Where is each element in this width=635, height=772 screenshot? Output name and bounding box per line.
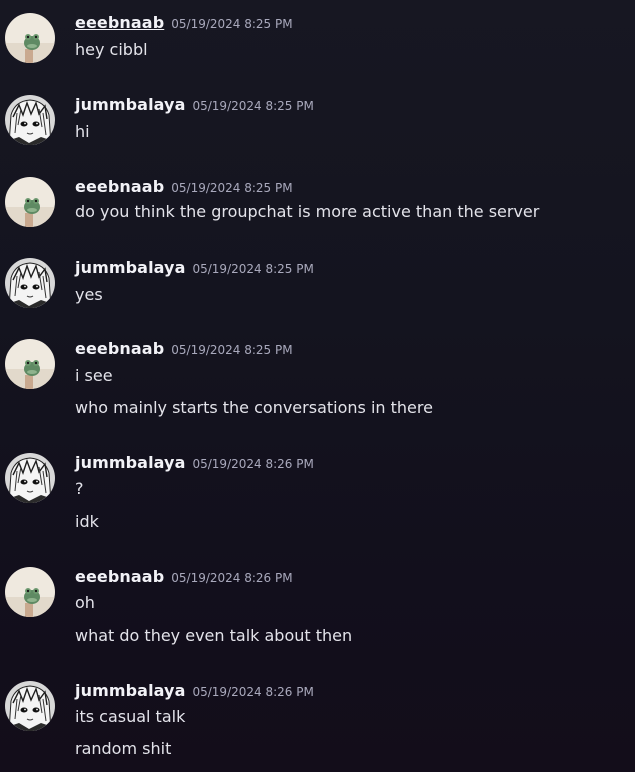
username[interactable]: eeebnaab (75, 567, 164, 586)
username[interactable]: jummbalaya (75, 258, 185, 277)
message-text: idk (75, 512, 99, 531)
username[interactable]: eeebnaab (75, 339, 164, 358)
message-header: eeebnaab 05/19/2024 8:25 PM (75, 339, 293, 360)
manga-avatar-icon[interactable] (5, 681, 55, 731)
username[interactable]: eeebnaab (75, 13, 164, 32)
timestamp: 05/19/2024 8:25 PM (171, 181, 293, 195)
message-header: jummbalaya 05/19/2024 8:25 PM (75, 258, 314, 279)
timestamp: 05/19/2024 8:26 PM (171, 571, 293, 585)
timestamp: 05/19/2024 8:25 PM (192, 262, 314, 276)
frog-avatar-icon[interactable] (5, 177, 55, 227)
message-text: oh (75, 593, 95, 612)
message-text: hey cibbl (75, 40, 148, 59)
timestamp: 05/19/2024 8:25 PM (171, 17, 293, 31)
username[interactable]: jummbalaya (75, 95, 185, 114)
message-header: jummbalaya 05/19/2024 8:26 PM (75, 453, 314, 474)
message-text: who mainly starts the conversations in t… (75, 398, 433, 417)
message-text: do you think the groupchat is more activ… (75, 202, 540, 221)
timestamp: 05/19/2024 8:26 PM (192, 457, 314, 471)
manga-avatar-icon[interactable] (5, 453, 55, 503)
message-text: what do they even talk about then (75, 626, 353, 645)
message-header: jummbalaya 05/19/2024 8:26 PM (75, 681, 314, 702)
message-header: eeebnaab 05/19/2024 8:26 PM (75, 567, 293, 588)
timestamp: 05/19/2024 8:25 PM (192, 99, 314, 113)
username[interactable]: jummbalaya (75, 453, 185, 472)
timestamp: 05/19/2024 8:25 PM (171, 343, 293, 357)
manga-avatar-icon[interactable] (5, 258, 55, 308)
message-text: hi (75, 122, 90, 141)
username[interactable]: eeebnaab (75, 177, 164, 196)
frog-avatar-icon[interactable] (5, 339, 55, 389)
username[interactable]: jummbalaya (75, 681, 185, 700)
message-text: i see (75, 366, 113, 385)
timestamp: 05/19/2024 8:26 PM (192, 685, 314, 699)
frog-avatar-icon[interactable] (5, 13, 55, 63)
message-header: jummbalaya 05/19/2024 8:25 PM (75, 95, 314, 116)
frog-avatar-icon[interactable] (5, 567, 55, 617)
message-text: ? (75, 479, 84, 498)
message-header: eeebnaab 05/19/2024 8:25 PM (75, 13, 293, 34)
message-text: random shit (75, 739, 172, 758)
message-text: its casual talk (75, 707, 186, 726)
message-text: yes (75, 285, 103, 304)
message-header: eeebnaab 05/19/2024 8:25 PM (75, 177, 293, 198)
manga-avatar-icon[interactable] (5, 95, 55, 145)
